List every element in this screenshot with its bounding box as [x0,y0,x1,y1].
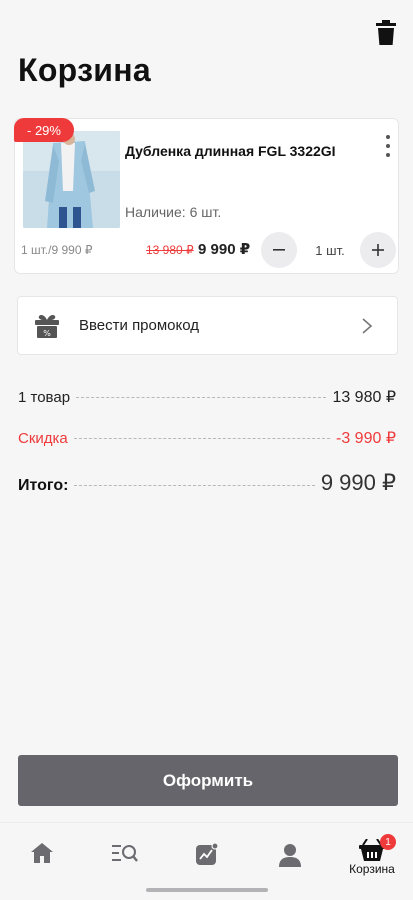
minus-icon [273,249,285,251]
old-price: 13 980 ₽ [146,243,194,257]
checkout-button[interactable]: Оформить [18,755,398,806]
page-title: Корзина [18,52,152,88]
nav-profile[interactable] [260,833,320,883]
quantity-value: 1 шт. [315,243,345,258]
dotted-leader [73,438,330,439]
promo-code-label: Ввести промокод [79,317,200,334]
dotted-leader [76,397,327,398]
promo-chart-icon [196,843,218,865]
summary-discount-row: Скидка -3 990 ₽ [18,428,396,448]
discount-label: Скидка [18,430,68,447]
decrease-quantity-button[interactable] [261,232,297,268]
profile-icon [279,844,301,867]
plus-icon [372,244,384,256]
total-value: 9 990 ₽ [320,470,396,495]
discount-value: -3 990 ₽ [336,430,396,447]
stock-availability: Наличие: 6 шт. [125,204,222,220]
catalog-search-icon [112,845,138,862]
discount-badge: - 29% [14,118,74,142]
cart-item-card: Дубленка длинная FGL 3322GI Наличие: 6 ш… [14,118,399,274]
item-menu-button[interactable] [383,133,393,159]
home-indicator [146,888,268,892]
items-count-label: 1 товар [18,389,71,406]
gift-percent-icon: % [35,314,59,338]
nav-catalog[interactable] [95,833,155,883]
svg-text:%: % [43,329,51,338]
promo-code-button[interactable]: % Ввести промокод [17,296,398,355]
unit-price: 1 шт./9 990 ₽ [21,243,93,257]
home-icon [31,843,53,863]
nav-home[interactable] [12,833,72,883]
dotted-leader [74,485,315,486]
chevron-right-icon [362,318,373,334]
product-name[interactable]: Дубленка длинная FGL 3322GI [125,143,365,159]
nav-promotions[interactable] [177,833,237,883]
total-label: Итого: [18,477,69,494]
new-price: 9 990 ₽ [198,241,251,258]
product-photo-illustration [23,131,120,228]
product-image[interactable] [23,131,120,228]
summary-total-row: Итого: 9 990 ₽ [18,470,396,496]
trash-icon [376,20,396,45]
clear-cart-button[interactable] [372,18,400,48]
more-vertical-icon [386,135,390,139]
cart-count-badge: 1 [380,834,396,850]
nav-cart-label: Корзина [349,862,395,876]
summary-items-row: 1 товар 13 980 ₽ [18,387,396,407]
items-subtotal: 13 980 ₽ [332,389,396,406]
nav-cart[interactable]: 1 Корзина [337,833,407,883]
increase-quantity-button[interactable] [360,232,396,268]
